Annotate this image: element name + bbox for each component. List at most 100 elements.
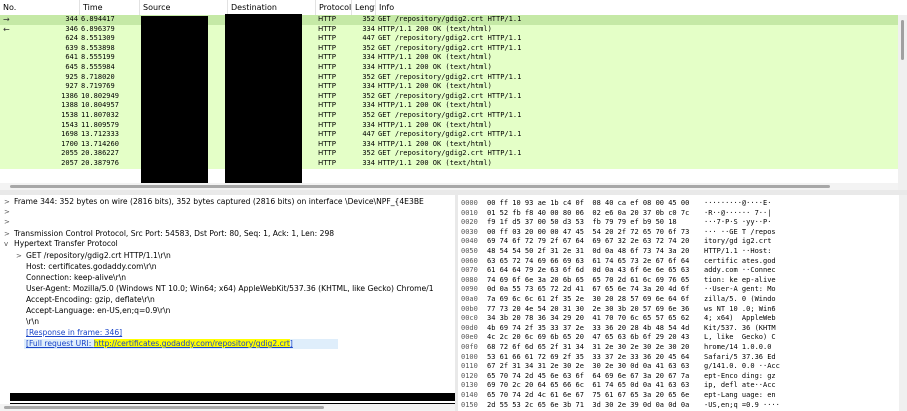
packet-time: 11.809579 <box>81 120 119 129</box>
packet-protocol: HTTP <box>318 110 336 119</box>
column-header-destination[interactable]: Destination <box>228 0 316 15</box>
bytes-hex: 61 64 64 79 2e 63 6f 6d 0d 0a 43 6f 6e 6… <box>487 266 690 275</box>
detail-response-in-row[interactable]: [Response in frame: 346] <box>26 328 122 338</box>
chevron-right-icon[interactable]: > <box>4 217 10 227</box>
packet-no: 346 <box>65 24 78 33</box>
bytes-offset: 00b0 <box>461 304 478 313</box>
packet-row[interactable]: 1538 11.807032 HTTP 352 GET /repository/gdig… <box>0 110 907 121</box>
column-header-info[interactable]: Info <box>376 0 898 15</box>
packet-info: GET /repository/gdig2.crt HTTP/1.1 <box>378 91 522 100</box>
packet-protocol: HTTP <box>318 24 336 33</box>
bytes-ascii: ws NT 10 .0; Win6 <box>704 304 776 313</box>
detail-accept-encoding[interactable]: Accept-Encoding: gzip, deflate\r\n <box>26 295 155 305</box>
chevron-right-icon[interactable]: > <box>4 207 10 217</box>
column-header-protocol[interactable]: Protocol <box>316 0 352 15</box>
column-header-source[interactable]: Source <box>140 0 228 15</box>
bytes-hex: 69 74 6f 72 79 2f 67 64 69 67 32 2e 63 7… <box>487 237 690 246</box>
packet-time: 8.555199 <box>81 53 115 62</box>
chevron-right-icon[interactable]: > <box>4 229 10 239</box>
packet-time: 8.551309 <box>81 34 115 43</box>
packet-list-pane[interactable]: No. Time Source Destination Protocol Len… <box>0 0 907 190</box>
bytes-ascii: g/141.0. 0.0 ··Acc <box>704 362 780 371</box>
detail-user-agent[interactable]: User-Agent: Mozilla/5.0 (Windows NT 10.0… <box>26 284 434 294</box>
full-uri-suffix: ] <box>289 339 293 348</box>
response-in-frame-link[interactable]: [Response in frame: 346] <box>26 328 122 337</box>
packet-length: 352 <box>362 72 375 81</box>
bytes-offset: 0120 <box>461 371 478 380</box>
detail-connection[interactable]: Connection: keep-alive\r\n <box>26 273 126 283</box>
bytes-ascii: ept-Lang uage: en <box>704 391 776 399</box>
packet-protocol: HTTP <box>318 101 336 110</box>
full-request-uri-link[interactable]: http://certificates.godaddy.com/reposito… <box>93 339 290 348</box>
packet-info: GET /repository/gdig2.crt HTTP/1.1 <box>378 72 522 81</box>
packet-row[interactable]: 1698 13.712333 HTTP 447 GET /repository/gdig… <box>0 130 907 140</box>
bytes-ascii: ·R··@······ 7··| <box>704 208 772 217</box>
packet-time: 6.894417 <box>81 15 115 23</box>
packet-list-horizontal-scroll-thumb[interactable] <box>10 185 830 188</box>
packet-row[interactable]: 1386 10.802949 HTTP 352 GET /repository/gdig… <box>0 91 907 102</box>
packet-list-vertical-scroll-thumb[interactable] <box>901 20 904 60</box>
packet-info: GET /repository/gdig2.crt HTTP/1.1 <box>378 130 522 139</box>
bytes-offset: 0150 <box>461 400 478 409</box>
detail-crlf[interactable]: \r\n <box>26 317 39 327</box>
packet-protocol: HTTP <box>318 43 336 52</box>
packet-protocol: HTTP <box>318 15 336 23</box>
bytes-offset: 0110 <box>461 362 478 371</box>
packet-row[interactable]: → 344 6.894417 HTTP 352 GET /repository/gdig2… <box>0 15 907 25</box>
packet-row[interactable]: 1700 13.714260 HTTP 334 HTTP/1.1 200 OK (tex… <box>0 139 907 150</box>
packet-row[interactable]: 927 8.719769 HTTP 334 HTTP/1.1 200 OK (text/… <box>0 82 907 92</box>
bytes-ascii: L, like Gecko) C <box>704 333 776 342</box>
packet-length: 334 <box>362 53 375 62</box>
bytes-offset: 0100 <box>461 352 478 361</box>
bytes-offset: 0030 <box>461 227 478 236</box>
bytes-hex: 34 3b 20 78 36 34 29 20 41 70 70 6c 65 5… <box>487 314 690 323</box>
bytes-offset: 0000 <box>461 199 478 207</box>
packet-row[interactable]: 1388 10.804957 HTTP 334 HTTP/1.1 200 OK (tex… <box>0 101 907 111</box>
packet-row[interactable]: 641 8.555199 HTTP 334 HTTP/1.1 200 OK (text/… <box>0 53 907 63</box>
bytes-ascii: tion: ke ep-alive <box>704 275 776 284</box>
packet-time: 8.719769 <box>81 82 115 91</box>
details-horizontal-scroll-thumb[interactable] <box>4 406 324 409</box>
bytes-hex: 4c 2c 20 6c 69 6b 65 20 47 65 63 6b 6f 2… <box>487 333 690 342</box>
column-header-length[interactable]: Lengtl <box>352 0 376 15</box>
redacted-destination-column <box>225 14 302 190</box>
packet-row[interactable]: ← 346 6.896379 HTTP 334 HTTP/1.1 200 OK (text… <box>0 24 907 35</box>
packet-rows: → 344 6.894417 HTTP 352 GET /repository/gdig2… <box>0 15 907 169</box>
packet-info: GET /repository/gdig2.crt HTTP/1.1 <box>378 43 522 52</box>
bytes-hex: 74 69 6f 6e 3a 20 6b 65 65 70 2d 61 6c 6… <box>487 275 690 284</box>
packet-row[interactable]: 624 8.551309 HTTP 447 GET /repository/gdig2.… <box>0 34 907 44</box>
bytes-hex: 01 52 fb f8 40 00 80 06 02 e6 0a 20 37 0… <box>487 208 690 217</box>
packet-row[interactable]: 639 8.553898 HTTP 352 GET /repository/gdig2.… <box>0 43 907 54</box>
detail-accept-language[interactable]: Accept-Language: en-US,en;q=0.9\r\n <box>26 306 170 316</box>
packet-time: 20.387976 <box>81 158 119 167</box>
detail-full-request-uri-row[interactable]: [Full request URI: http://certificates.g… <box>24 339 338 349</box>
bytes-vertical-scrollbar[interactable] <box>899 195 907 411</box>
packet-row[interactable]: 2055 20.386227 HTTP 352 GET /repository/gdig… <box>0 149 907 159</box>
bytes-hex: 68 72 6f 6d 65 2f 31 34 31 2e 30 2e 30 2… <box>487 343 690 351</box>
packet-info: HTTP/1.1 200 OK (text/html) <box>378 62 492 71</box>
packet-length: 334 <box>362 158 375 167</box>
bytes-ascii: itory/gd ig2.crt <box>704 237 776 246</box>
bytes-offset: 00c0 <box>461 314 478 323</box>
chevron-right-icon[interactable]: > <box>16 251 22 261</box>
chevron-right-icon[interactable]: > <box>4 197 10 207</box>
detail-host[interactable]: Host: certificates.godaddy.com\r\n <box>26 262 157 272</box>
chevron-down-icon[interactable]: v <box>4 239 8 249</box>
packet-time: 8.555984 <box>81 62 115 71</box>
packet-time: 8.553898 <box>81 43 115 52</box>
redacted-ethernet-line <box>10 393 455 401</box>
packet-row[interactable]: 1543 11.809579 HTTP 334 HTTP/1.1 200 OK (tex… <box>0 120 907 131</box>
packet-details-pane[interactable]: > Frame 344: 352 bytes on wire (2816 bit… <box>0 195 455 411</box>
packet-row[interactable]: 645 8.555984 HTTP 334 HTTP/1.1 200 OK (text/… <box>0 62 907 73</box>
packet-row[interactable]: 2057 20.387976 HTTP 334 HTTP/1.1 200 OK (tex… <box>0 158 907 169</box>
packet-bytes-pane[interactable]: 0000 00 ff 10 93 ae 1b c4 0f 08 40 ca ef … <box>458 195 907 411</box>
column-header-time[interactable]: Time <box>80 0 140 15</box>
packet-time: 6.896379 <box>81 24 115 33</box>
packet-no: 2057 <box>61 158 78 167</box>
packet-row[interactable]: 925 8.718020 HTTP 352 GET /repository/gdig2.… <box>0 72 907 83</box>
column-header-no[interactable]: No. <box>0 0 80 15</box>
bytes-ascii: ept-Enco ding: gz <box>704 371 776 380</box>
bytes-ascii: HTTP/1.1 ··Host: <box>704 247 776 255</box>
packet-length: 334 <box>362 139 375 148</box>
packet-length: 352 <box>362 43 375 52</box>
